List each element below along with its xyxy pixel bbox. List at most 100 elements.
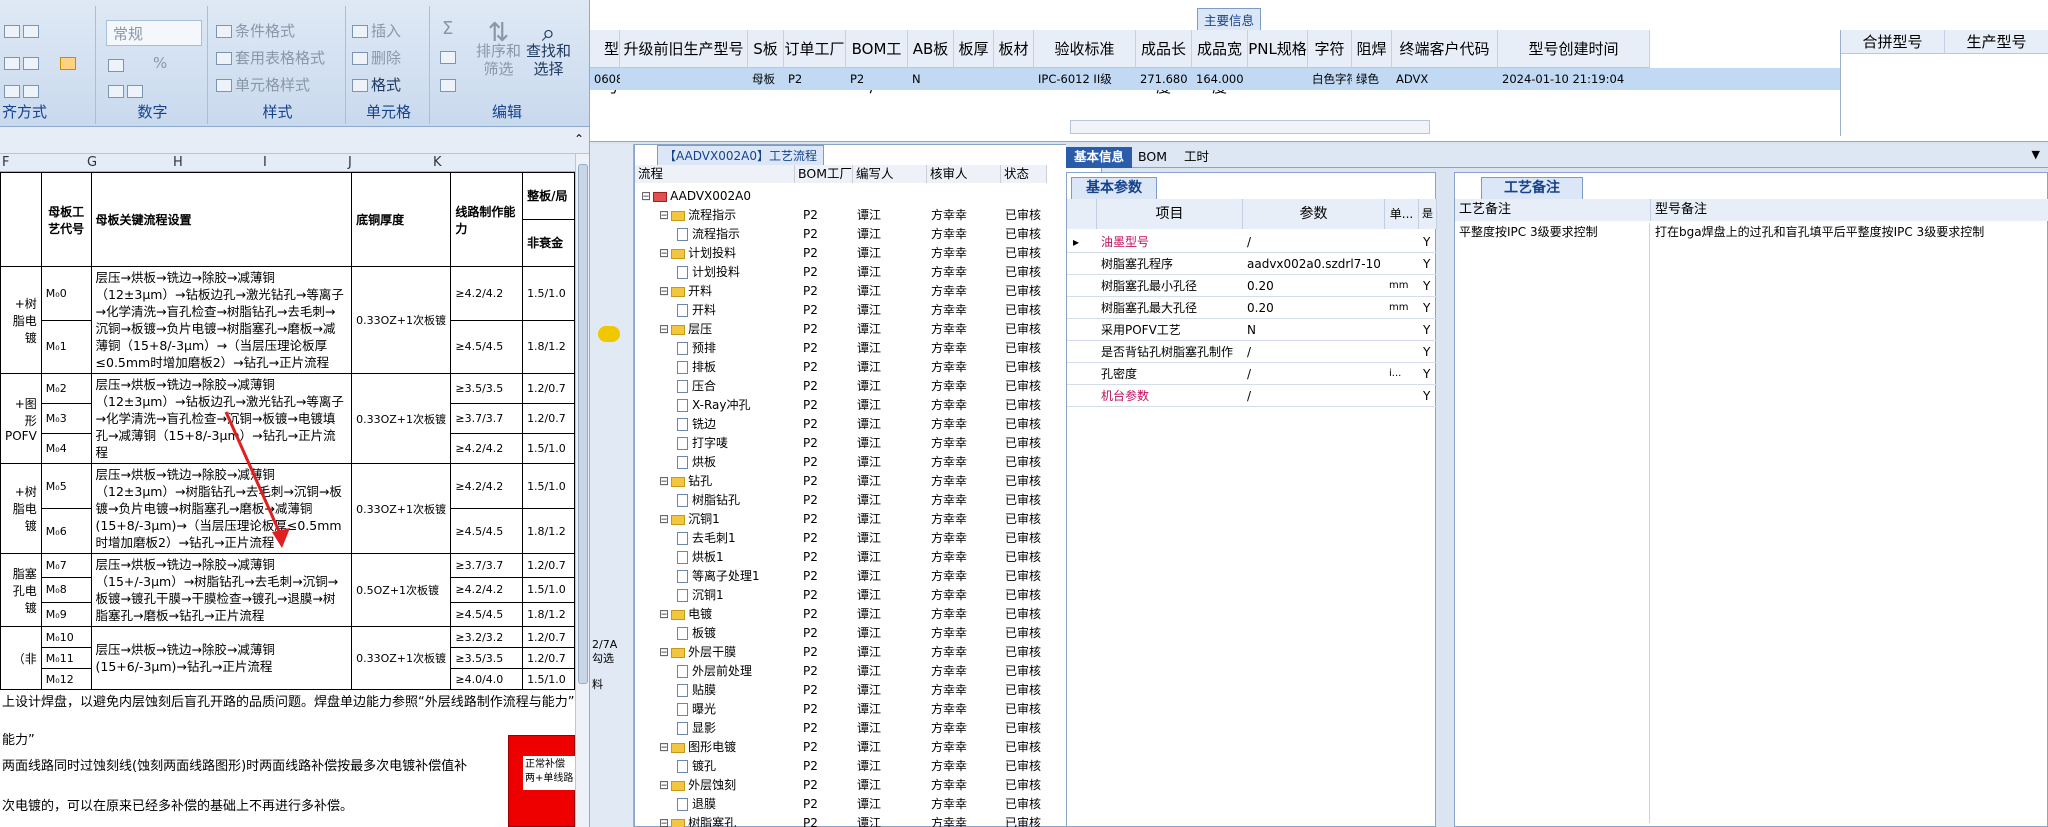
grid-col-header[interactable]: BOM工厂 bbox=[846, 30, 908, 96]
tree-row[interactable]: 流程指示 P2 谭江 方幸幸 已审核 bbox=[635, 225, 1103, 244]
process-col-header[interactable]: 状态 bbox=[1001, 165, 1047, 183]
tree-row[interactable]: 烘板 P2 谭江 方幸幸 已审核 bbox=[635, 453, 1103, 472]
process-note-cell[interactable]: 平整度按IPC 3级要求控制 bbox=[1459, 223, 1647, 240]
grid-cell[interactable]: IPC-6012 II级 bbox=[1038, 68, 1136, 90]
number-format-select[interactable]: 常规 bbox=[106, 20, 202, 46]
tree-node[interactable]: 排板 bbox=[677, 358, 716, 377]
tree-node[interactable]: 烘板1 bbox=[677, 548, 724, 567]
process-col-header[interactable]: 流程 bbox=[635, 165, 795, 183]
tree-node[interactable]: ⊟ 钻孔 bbox=[659, 472, 712, 491]
indent-icon[interactable] bbox=[4, 82, 42, 100]
grid-cell[interactable]: N bbox=[912, 68, 954, 90]
grid-cell[interactable]: 164.000 bbox=[1196, 68, 1248, 90]
column-header[interactable]: K bbox=[433, 155, 442, 170]
model-note-cell[interactable]: 打在bga焊盘上的过孔和盲孔填平后平整度按IPC 3级要求控制 bbox=[1655, 223, 2035, 240]
column-header[interactable]: G bbox=[87, 155, 97, 170]
grid-col-header[interactable]: 终端客户代码 bbox=[1392, 30, 1498, 68]
comment-icon[interactable] bbox=[598, 326, 620, 342]
collapse-icon[interactable]: ⊟ bbox=[659, 816, 669, 827]
format-button[interactable]: 格式 bbox=[352, 74, 401, 95]
grid-cell[interactable]: P2 bbox=[850, 68, 908, 90]
tree-row[interactable]: 预排 P2 谭江 方幸幸 已审核 bbox=[635, 339, 1103, 358]
tree-node[interactable]: 树脂钻孔 bbox=[677, 491, 740, 510]
tree-row[interactable]: 去毛刺1 P2 谭江 方幸幸 已审核 bbox=[635, 529, 1103, 548]
grid-cell[interactable]: 2024-01-10 21:19:04 bbox=[1502, 68, 1650, 90]
tree-row[interactable]: 树脂钻孔 P2 谭江 方幸幸 已审核 bbox=[635, 491, 1103, 510]
column-header[interactable]: I bbox=[263, 155, 267, 170]
column-header[interactable]: H bbox=[173, 155, 183, 170]
tree-row[interactable]: ⊟ 层压 P2 谭江 方幸幸 已审核 bbox=[635, 320, 1103, 339]
collapse-icon[interactable]: ⊟ bbox=[659, 246, 669, 260]
cell-style-button[interactable]: 单元格样式 bbox=[216, 74, 310, 95]
merge-col-header[interactable]: 生产型号 bbox=[1945, 30, 2048, 54]
tree-node[interactable]: ⊟ 沉铜1 bbox=[659, 510, 720, 529]
tree-row[interactable]: 排板 P2 谭江 方幸幸 已审核 bbox=[635, 358, 1103, 377]
param-col-header[interactable]: 单... bbox=[1385, 199, 1419, 229]
tree-node[interactable]: 板镀 bbox=[677, 624, 716, 643]
tree-node[interactable]: ⊟ AADVX002A0 bbox=[641, 187, 751, 206]
param-row[interactable]: 树脂塞孔最小孔径 0.20 mm Y bbox=[1067, 275, 1437, 297]
basic-params-tab[interactable]: 基本参数 bbox=[1071, 177, 1157, 199]
autosum-button[interactable]: Σ bbox=[442, 18, 453, 39]
merge-col-header[interactable]: 合拼型号 bbox=[1841, 30, 1945, 54]
collapse-icon[interactable]: ⊟ bbox=[659, 607, 669, 621]
tree-row[interactable]: 板镀 P2 谭江 方幸幸 已审核 bbox=[635, 624, 1103, 643]
collapse-icon[interactable]: ⊟ bbox=[659, 208, 669, 222]
sort-filter-button[interactable]: ⇅ 排序和 筛选 bbox=[476, 20, 521, 78]
process-col-header[interactable]: 核审人 bbox=[927, 165, 1001, 183]
tree-row[interactable]: 等离子处理1 P2 谭江 方幸幸 已审核 bbox=[635, 567, 1103, 586]
tree-row[interactable]: ⊟ 外层蚀刻 P2 谭江 方幸幸 已审核 bbox=[635, 776, 1103, 795]
collapse-icon[interactable]: ⊟ bbox=[659, 284, 669, 298]
collapse-icon[interactable]: ⊟ bbox=[659, 740, 669, 754]
grid-cell[interactable]: 母板 bbox=[752, 68, 784, 90]
tree-node[interactable]: ⊟ 电镀 bbox=[659, 605, 712, 624]
tree-row[interactable]: 曝光 P2 谭江 方幸幸 已审核 bbox=[635, 700, 1103, 719]
fill-icon[interactable] bbox=[440, 48, 459, 66]
process-col-header[interactable]: 编写人 bbox=[853, 165, 927, 183]
tree-node[interactable]: ⊟ 计划投料 bbox=[659, 244, 736, 263]
tree-row[interactable]: ⊟ 树脂塞孔 P2 谭江 方幸幸 已审核 bbox=[635, 814, 1103, 827]
tree-row[interactable]: 铣边 P2 谭江 方幸幸 已审核 bbox=[635, 415, 1103, 434]
tree-node[interactable]: 沉铜1 bbox=[677, 586, 724, 605]
collapse-icon[interactable]: ⊟ bbox=[659, 512, 669, 526]
grid-col-header[interactable]: 阻焊 bbox=[1352, 30, 1392, 68]
insert-button[interactable]: 插入 bbox=[352, 20, 401, 41]
tree-row[interactable]: X-Ray冲孔 P2 谭江 方幸幸 已审核 bbox=[635, 396, 1103, 415]
grid-col-header[interactable]: 成品宽度 bbox=[1192, 30, 1248, 96]
tree-row[interactable]: 开料 P2 谭江 方幸幸 已审核 bbox=[635, 301, 1103, 320]
collapse-icon[interactable]: ⊟ bbox=[641, 189, 651, 203]
tree-node[interactable]: ⊟ 流程指示 bbox=[659, 206, 736, 225]
align-center-icon[interactable] bbox=[4, 54, 42, 72]
grid-col-header[interactable]: 板厚 bbox=[954, 30, 994, 68]
tree-node[interactable]: 打字唛 bbox=[677, 434, 728, 453]
tree-node[interactable]: 铣边 bbox=[677, 415, 716, 434]
tree-node[interactable]: X-Ray冲孔 bbox=[677, 396, 750, 415]
tree-row[interactable]: 沉铜1 P2 谭江 方幸幸 已审核 bbox=[635, 586, 1103, 605]
tree-row[interactable]: 退膜 P2 谭江 方幸幸 已审核 bbox=[635, 795, 1103, 814]
tree-row[interactable]: ⊟ 电镀 P2 谭江 方幸幸 已审核 bbox=[635, 605, 1103, 624]
tree-node[interactable]: 曝光 bbox=[677, 700, 716, 719]
tree-row[interactable]: 显影 P2 谭江 方幸幸 已审核 bbox=[635, 719, 1103, 738]
tree-node[interactable]: ⊟ 外层蚀刻 bbox=[659, 776, 736, 795]
param-row[interactable]: 采用POFV工艺 N Y bbox=[1067, 319, 1437, 341]
panel-menu-icon[interactable]: ▼ bbox=[2032, 148, 2040, 161]
param-col-header[interactable]: 参数 bbox=[1243, 199, 1385, 229]
grid-col-header[interactable]: 订单工厂 bbox=[784, 30, 846, 68]
tree-node[interactable]: ⊟ 开料 bbox=[659, 282, 712, 301]
collapse-icon[interactable]: ⊟ bbox=[659, 322, 669, 336]
param-col-header[interactable]: 是 bbox=[1419, 199, 1437, 229]
tree-row[interactable]: ⊟ 计划投料 P2 谭江 方幸幸 已审核 bbox=[635, 244, 1103, 263]
grid-col-header[interactable]: S板 bbox=[748, 30, 784, 68]
find-select-button[interactable]: ⌕ 查找和 选择 bbox=[526, 21, 571, 78]
collapse-ribbon-icon[interactable]: ⌃ bbox=[574, 132, 584, 146]
table-format-button[interactable]: 套用表格格式 bbox=[216, 47, 325, 68]
grid-cell[interactable]: 271.680 bbox=[1140, 68, 1192, 90]
tree-node[interactable]: 计划投料 bbox=[677, 263, 740, 282]
tree-node[interactable]: ⊟ 外层干膜 bbox=[659, 643, 736, 662]
percent-button[interactable]: % bbox=[153, 54, 167, 72]
grid-cell[interactable]: 绿色 bbox=[1356, 68, 1392, 90]
grid-col-header[interactable]: 成品长度 bbox=[1136, 30, 1192, 96]
tree-row[interactable]: ⊟ 流程指示 P2 谭江 方幸幸 已审核 bbox=[635, 206, 1103, 225]
tree-row[interactable]: 计划投料 P2 谭江 方幸幸 已审核 bbox=[635, 263, 1103, 282]
worksheet[interactable]: 母板工艺代号 母板关键流程设置 底铜厚度 线路制作能力 整板/局 非衰金 +树脂… bbox=[0, 172, 575, 690]
